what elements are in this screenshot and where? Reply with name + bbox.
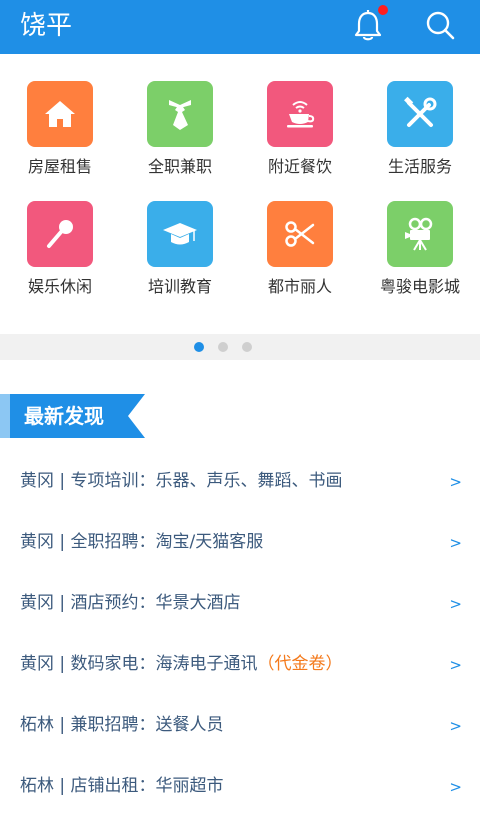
category-beauty[interactable]: 都市丽人 [240, 174, 360, 296]
list-item-text: 黄冈 | 全职招聘：淘宝/天猫客服 [20, 532, 264, 552]
list-item[interactable]: 柘林 | 店铺出租：华丽超市 > [0, 756, 480, 817]
education-tile [147, 201, 213, 267]
category-grid: 房屋租售 全职兼职 附近餐饮 生活服务 娱乐休闲 培训教育 都市丽人 粤骏电影城 [0, 54, 480, 334]
category-cinema[interactable]: 粤骏电影城 [360, 174, 480, 296]
list-item-text: 黄冈 | 专项培训：乐器、声乐、舞蹈、书画 [20, 471, 343, 491]
coffee-cup-icon [287, 101, 315, 128]
list-item[interactable]: 柘林 | 兼职招聘：送餐人员 > [0, 695, 480, 757]
search-icon [426, 11, 455, 40]
microphone-icon [47, 220, 73, 248]
pager-indicator [0, 334, 480, 360]
list-item-text: 黄冈 | 酒店预约：华景大酒店 [20, 593, 241, 613]
chevron-right-icon: > [449, 778, 462, 796]
entertainment-tile [27, 201, 93, 267]
category-dining[interactable]: 附近餐饮 [240, 54, 360, 176]
pager-dot-2[interactable] [218, 342, 228, 352]
voucher-tag: （代金卷） [257, 654, 343, 674]
section-title: 最新发现 [24, 404, 104, 428]
category-label: 都市丽人 [267, 277, 332, 296]
graduation-cap-icon [163, 223, 197, 245]
movie-camera-icon [405, 217, 433, 251]
beauty-tile [267, 201, 333, 267]
pager-dot-1[interactable] [194, 342, 204, 352]
category-label: 培训教育 [147, 277, 212, 296]
tools-icon [404, 96, 437, 127]
category-entertainment[interactable]: 娱乐休闲 [0, 174, 120, 296]
category-label: 娱乐休闲 [27, 277, 92, 296]
category-jobs[interactable]: 全职兼职 [120, 54, 240, 176]
list-item[interactable]: 黄冈 | 全职招聘：淘宝/天猫客服 > [0, 512, 480, 574]
search-button[interactable] [420, 6, 460, 46]
chevron-right-icon: > [449, 534, 462, 552]
jobs-tile [147, 81, 213, 147]
list-item[interactable]: 黄冈 | 专项培训：乐器、声乐、舞蹈、书画 > [0, 451, 480, 513]
chevron-right-icon: > [449, 595, 462, 613]
category-house[interactable]: 房屋租售 [0, 54, 120, 176]
category-label: 粤骏电影城 [379, 277, 460, 296]
list-item-text: 黄冈 | 数码家电：海涛电子通讯 [20, 654, 258, 674]
necktie-icon [169, 100, 191, 130]
category-services[interactable]: 生活服务 [360, 54, 480, 176]
chevron-right-icon: > [449, 717, 462, 735]
chevron-right-icon: > [449, 656, 462, 674]
services-tile [387, 81, 453, 147]
app-title: 饶平 [20, 11, 73, 41]
cinema-tile [387, 201, 453, 267]
scissors-icon [285, 221, 315, 247]
list-item[interactable]: 黄冈 | 酒店预约：华景大酒店 > [0, 573, 480, 635]
house-tile [27, 81, 93, 147]
notification-badge [378, 5, 388, 15]
list-item-text-wrap: 黄冈 | 数码家电：海涛电子通讯（代金卷） [20, 634, 343, 694]
top-bar: 饶平 [0, 0, 480, 54]
category-education[interactable]: 培训教育 [120, 174, 240, 296]
list-item-text: 柘林 | 店铺出租：华丽超市 [20, 776, 224, 796]
list-item[interactable]: 黄冈 | 数码家电：海涛电子通讯（代金卷） > [0, 634, 480, 696]
house-icon [45, 101, 75, 127]
dining-tile [267, 81, 333, 147]
pager-dot-3[interactable] [242, 342, 252, 352]
list-item-text: 柘林 | 兼职招聘：送餐人员 [20, 715, 224, 735]
chevron-right-icon: > [449, 473, 462, 491]
